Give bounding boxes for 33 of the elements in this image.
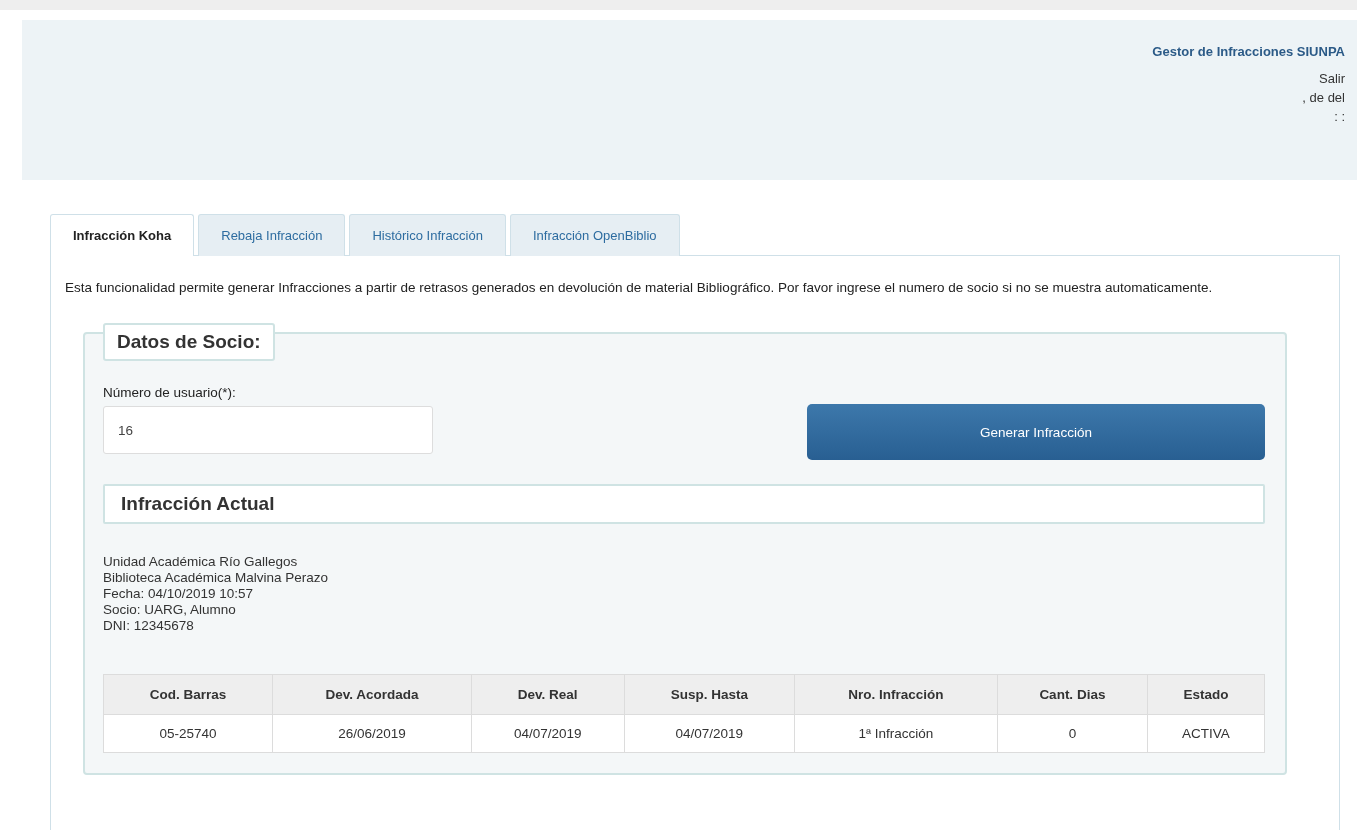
time-info: : : — [1334, 108, 1345, 126]
table-cell: ACTIVA — [1147, 714, 1265, 753]
app-title: Gestor de Infracciones SIUNPA — [1152, 43, 1345, 61]
column-header: Cod. Barras — [103, 674, 273, 715]
table-cell: 05-25740 — [103, 714, 273, 753]
info-line: Unidad Académica Río Gallegos — [103, 554, 299, 570]
table-cell: 26/06/2019 — [272, 714, 472, 753]
column-header: Estado — [1147, 674, 1265, 715]
tab[interactable]: Histórico Infracción — [349, 214, 506, 256]
table-cell: 0 — [997, 714, 1148, 753]
column-header: Nro. Infracción — [794, 674, 998, 715]
tab[interactable]: Infracción Koha — [50, 214, 195, 256]
info-line: Fecha: 04/10/2019 10:57 — [103, 586, 255, 602]
fieldset-legend: Datos de Socio: — [103, 323, 275, 361]
column-header: Cant. Dias — [997, 674, 1148, 715]
section-title: Infracción Actual — [103, 484, 1265, 524]
info-line: Biblioteca Académica Malvina Perazo — [103, 570, 330, 586]
user-number-field[interactable]: 16 — [103, 406, 433, 454]
user-info: , de del — [1302, 89, 1345, 107]
column-header: Dev. Acordada — [272, 674, 472, 715]
info-line: Socio: UARG, Alumno — [103, 602, 237, 618]
field-label: Número de usuario(*): — [103, 385, 237, 400]
column-header: Susp. Hasta — [624, 674, 795, 715]
description-text: Esta funcionalidad permite generar Infracciones a partir de retrasos generados en devolución de material Bibliográfico. Por favor ingrese el numero de socio si no se muestra automaticamente. — [65, 280, 1214, 296]
table-cell: 04/07/2019 — [624, 714, 795, 753]
table-cell: 1ª Infracción — [794, 714, 998, 753]
tab[interactable]: Infracción OpenBiblio — [509, 214, 680, 256]
table-cell: 04/07/2019 — [471, 714, 625, 753]
generate-button[interactable]: Generar Infracción — [807, 404, 1265, 460]
column-header: Dev. Real — [471, 674, 625, 715]
info-line: DNI: 12345678 — [103, 618, 195, 634]
tab[interactable]: Rebaja Infracción — [198, 214, 346, 256]
logout-link[interactable]: Salir — [1319, 69, 1345, 88]
